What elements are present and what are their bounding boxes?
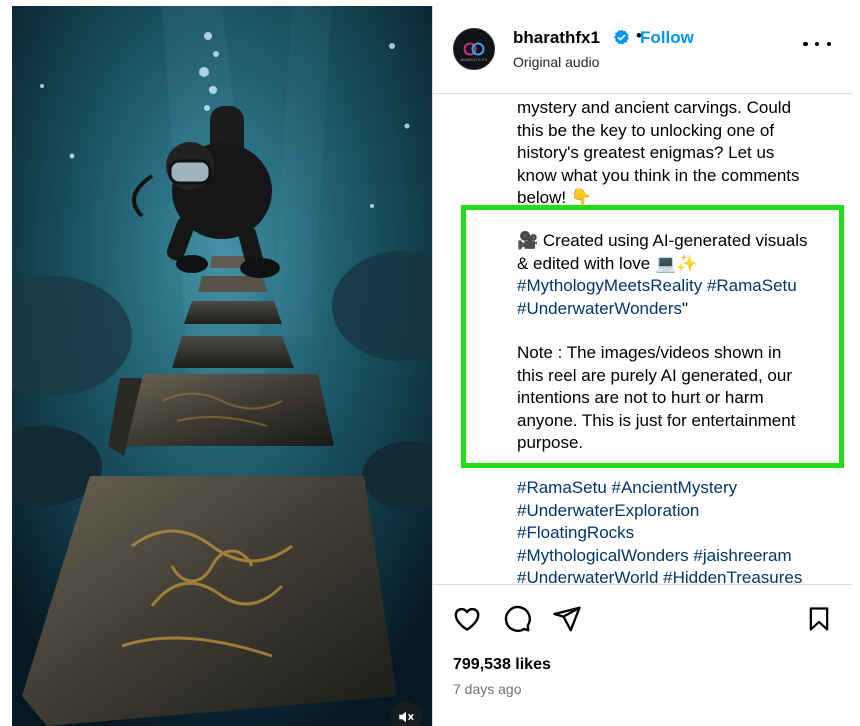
caption-line: this be the key to unlocking one of (517, 120, 775, 140)
avatar-text: BHARATH FX (460, 57, 488, 62)
underwater-diver-image (12, 6, 432, 726)
hashtag-line: #UnderwaterWorld #HiddenTreasures (517, 567, 837, 585)
like-button[interactable] (451, 603, 483, 635)
quote-mark: " (682, 298, 689, 318)
hashtag-line: #MythologyMeetsReality #RamaSetu (517, 275, 837, 298)
note-line: anyone. This is just for entertainment (517, 410, 796, 430)
caption-hashtags: #RamaSetu #AncientMystery #UnderwaterExp… (517, 477, 837, 585)
caption-intro: mystery and ancient carvings. Could this… (517, 97, 837, 210)
hashtag-link[interactable]: #MythologicalWonders (517, 546, 689, 565)
post-panel: BHARATH FX bharathfx1 • Follow Original … (432, 6, 852, 726)
share-button[interactable] (551, 603, 583, 635)
verified-badge-icon (613, 29, 630, 51)
post-header: BHARATH FX bharathfx1 • Follow Original … (433, 6, 852, 94)
save-button[interactable] (803, 603, 835, 635)
caption-credits: 🎥 Created using AI-generated visuals & e… (517, 230, 837, 320)
caption-line: 🎥 Created using AI-generated visuals (517, 231, 808, 250)
action-bar: 799,538 likes 7 days ago (433, 584, 852, 726)
note-line: purpose. (517, 433, 584, 452)
audio-label[interactable]: Original audio (513, 54, 599, 70)
heart-icon (454, 607, 480, 631)
caption-line: & edited with love 💻✨ (517, 253, 698, 273)
avatar[interactable]: BHARATH FX (453, 28, 495, 70)
hashtag-link[interactable]: #RamaSetu (707, 276, 797, 295)
hashtag-line: #UnderwaterExploration (517, 500, 837, 523)
hashtag-link[interactable]: #UnderwaterWonders (517, 299, 682, 318)
note-line: Note : The images/videos shown in (517, 343, 782, 362)
comment-icon (504, 605, 531, 632)
hashtag-link[interactable]: #UnderwaterWorld (517, 568, 658, 585)
caption-note: Note : The images/videos shown in this r… (517, 342, 837, 455)
caption-line: history's greatest enigmas? Let us (517, 143, 775, 162)
hashtag-link[interactable]: #FloatingRocks (517, 523, 634, 542)
more-options-icon[interactable] (803, 34, 831, 54)
follow-button[interactable]: Follow (640, 28, 694, 48)
bookmark-icon (809, 607, 829, 631)
post-timestamp[interactable]: 7 days ago (453, 681, 522, 697)
speaker-muted-icon (399, 711, 414, 723)
hashtag-line: #FloatingRocks (517, 522, 837, 545)
likes-count[interactable]: 799,538 likes (453, 656, 551, 674)
caption: mystery and ancient carvings. Could this… (433, 95, 852, 585)
hashtag-link[interactable]: #HiddenTreasures (663, 568, 802, 585)
mute-button[interactable] (390, 701, 422, 726)
hashtag-link[interactable]: #jaishreeram (693, 546, 791, 565)
post-media[interactable] (12, 6, 432, 726)
hashtag-line: #UnderwaterWonders" (517, 298, 837, 321)
note-line: intentions are not to hurt or harm (517, 388, 764, 407)
caption-line: know what you think in the comments (517, 165, 800, 185)
hashtag-link[interactable]: #MythologyMeetsReality (517, 276, 702, 295)
hashtag-link[interactable]: #AncientMystery (612, 478, 738, 497)
hashtag-link[interactable]: #UnderwaterExploration (517, 501, 699, 520)
hashtag-line: #MythologicalWonders #jaishreeram (517, 545, 837, 568)
hashtag-link[interactable]: #RamaSetu (517, 478, 607, 497)
note-line: this reel are purely AI generated, our (517, 365, 792, 385)
share-icon (553, 606, 581, 632)
comment-button[interactable] (501, 603, 533, 635)
brand-logo-icon (463, 42, 485, 56)
hashtag-line: #RamaSetu #AncientMystery (517, 477, 837, 500)
username[interactable]: bharathfx1 (513, 28, 600, 48)
caption-line: mystery and ancient carvings. Could (517, 98, 792, 117)
